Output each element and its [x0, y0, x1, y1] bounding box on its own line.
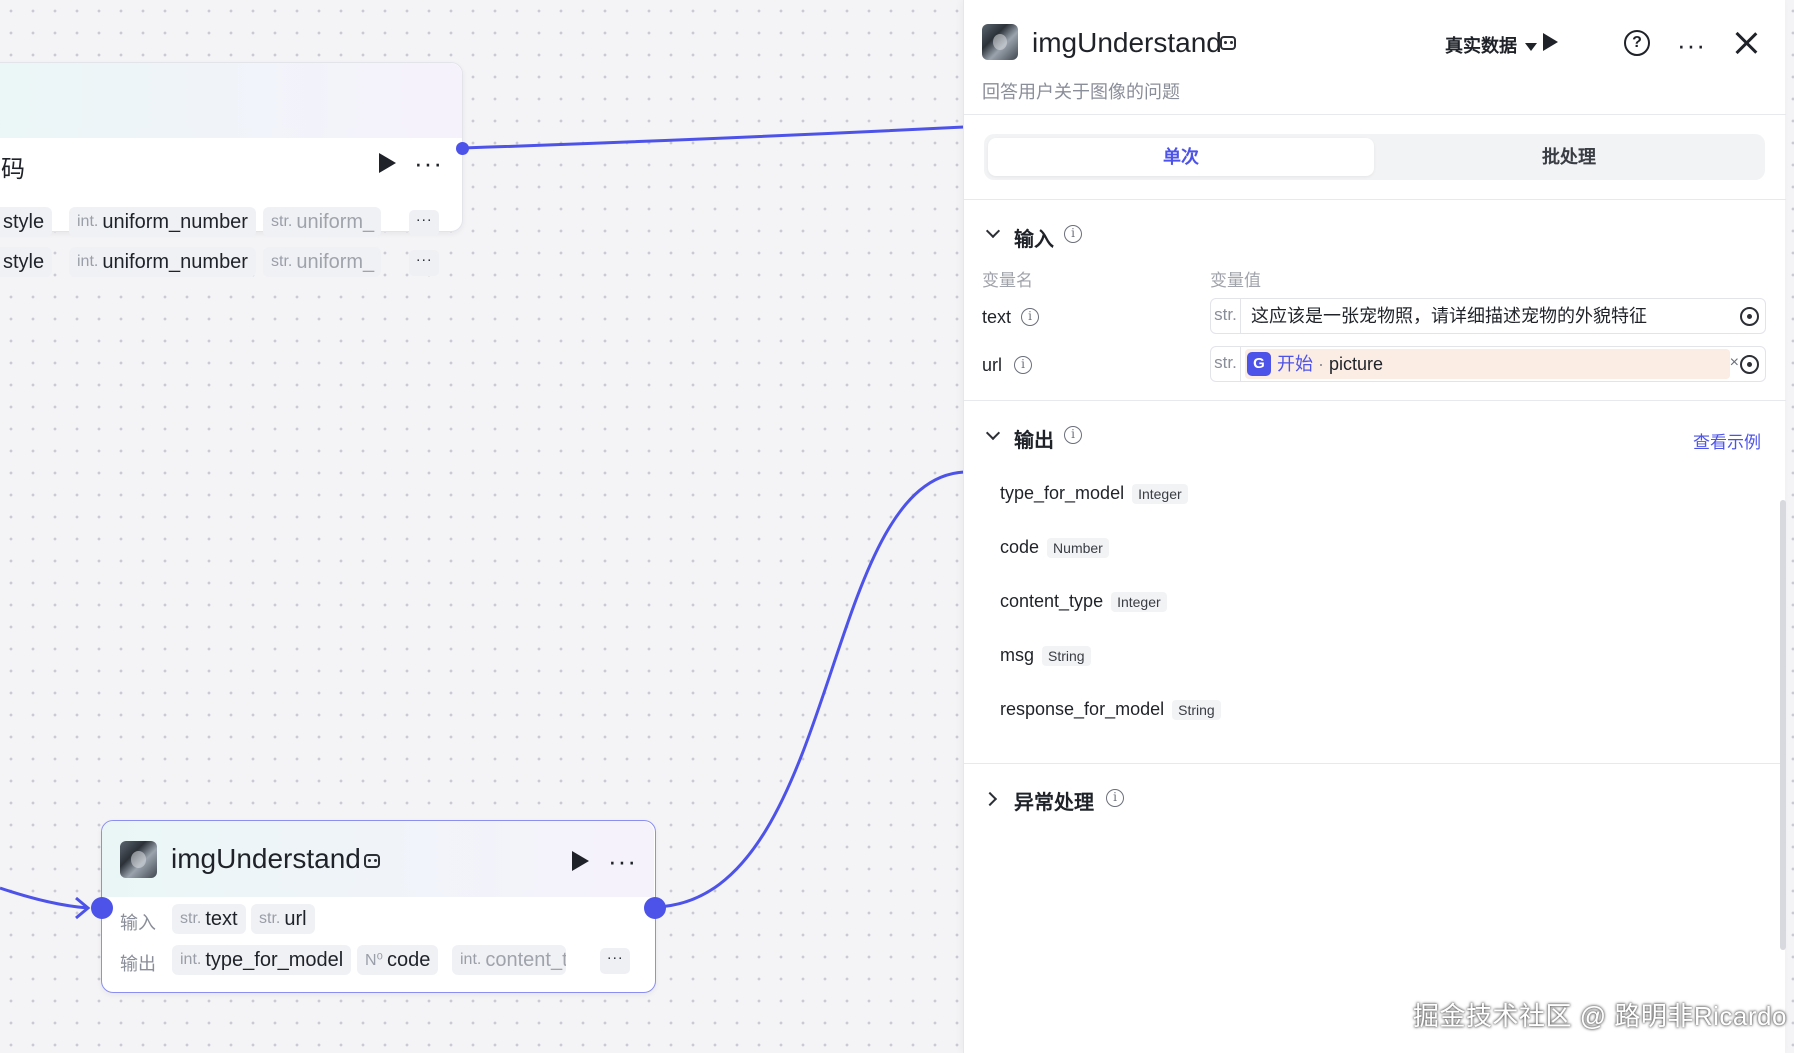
more-params-button[interactable]: ··· [409, 250, 439, 276]
param-pill: style [0, 207, 53, 237]
code-node[interactable]: 码 ··· style int. uniform_number str. uni… [0, 62, 463, 277]
watermark: 掘金技术社区 @ 路明非Ricardo [1413, 1001, 1787, 1031]
reference-text: 开始 · picture [1277, 354, 1384, 374]
edge-into-img-node [0, 886, 89, 910]
output-field-type: String [1172, 699, 1221, 720]
var-name-url: url [982, 355, 1003, 375]
robot-icon [364, 854, 380, 868]
reference-chip[interactable]: G 开始 · picture [1245, 349, 1730, 379]
param-pill: style [0, 247, 53, 277]
panel-title: imgUnderstand [1032, 27, 1222, 58]
more-options-icon[interactable]: ··· [1677, 32, 1706, 58]
robot-icon [1220, 36, 1236, 50]
output-pill: int. content_t [452, 945, 566, 975]
chevron-right-icon[interactable] [982, 791, 998, 807]
dataset-label: 真实数据 [1445, 36, 1517, 56]
clear-icon[interactable]: × [1730, 354, 1739, 372]
column-header-name: 变量名 [982, 271, 1033, 290]
input-port[interactable] [91, 897, 113, 919]
variable-ref-icon[interactable] [1740, 355, 1759, 374]
output-field-type: Integer [1111, 591, 1167, 612]
output-field-name: content_type [1000, 591, 1104, 611]
output-section-title: 输出 [1014, 430, 1054, 452]
output-port[interactable] [644, 897, 666, 919]
input-pill: str. url [251, 904, 315, 934]
run-icon[interactable] [1543, 33, 1558, 51]
img-node-title: imgUnderstand [171, 843, 361, 874]
output-field-row: msg String [1000, 645, 1091, 666]
inputs-label: 输入 [120, 913, 156, 933]
exception-section-title: 异常处理 [1014, 792, 1094, 814]
chevron-down-icon [1525, 43, 1537, 52]
tab-single[interactable]: 单次 [988, 138, 1374, 176]
param-pill: str. uniform_ [263, 247, 381, 277]
output-field-row: response_for_model String [1000, 699, 1221, 720]
scrollbar[interactable] [1780, 500, 1786, 950]
outputs-label: 输出 [120, 954, 156, 974]
node-test-panel: imgUnderstand 真实数据 ? ··· 回答用户关于图像的问题 单次 … [963, 0, 1786, 1053]
close-icon[interactable] [1734, 31, 1758, 55]
start-node-icon: G [1247, 352, 1271, 376]
info-icon[interactable]: i [1064, 225, 1082, 243]
var-name-text: text [982, 307, 1012, 327]
output-pill: int. type_for_model [172, 945, 352, 975]
node-avatar [982, 24, 1018, 60]
more-options-icon[interactable]: ··· [414, 150, 443, 176]
view-example-link[interactable]: 查看示例 [1693, 428, 1761, 453]
help-icon[interactable]: ? [1624, 30, 1650, 56]
output-field-row: content_type Integer [1000, 591, 1167, 612]
param-pill: int. uniform_number [69, 207, 256, 237]
output-port[interactable] [456, 142, 469, 155]
divider [964, 763, 1786, 764]
output-field-name: code [1000, 537, 1040, 557]
dataset-dropdown[interactable]: 真实数据 [1445, 32, 1537, 58]
output-field-row: code Number [1000, 537, 1109, 558]
output-field-type: Number [1047, 537, 1109, 558]
output-field-name: type_for_model [1000, 483, 1125, 503]
info-icon[interactable]: i [1106, 789, 1124, 807]
output-field-type: Integer [1132, 483, 1188, 504]
more-params-button[interactable]: ··· [409, 210, 439, 236]
more-params-button[interactable]: ··· [600, 948, 630, 974]
type-label: str. [1211, 347, 1241, 381]
param-pill: str. uniform_ [263, 207, 381, 237]
chevron-down-icon[interactable] [985, 425, 1001, 441]
url-value-field[interactable]: str. G 开始 · picture × [1210, 346, 1766, 382]
output-field-row: type_for_model Integer [1000, 483, 1188, 504]
node-avatar [120, 841, 157, 878]
output-field-name: msg [1000, 645, 1035, 665]
edge-top-node-to-panel [462, 125, 965, 150]
text-value[interactable]: 这应该是一张宠物照，请详细描述宠物的外貌特征 [1251, 299, 1647, 333]
play-icon[interactable] [379, 153, 396, 173]
divider [964, 400, 1786, 401]
output-field-type: String [1042, 645, 1091, 666]
info-icon[interactable]: i [1014, 356, 1032, 374]
column-header-value: 变量值 [1210, 271, 1261, 290]
output-pill: N⁰ code [357, 945, 439, 975]
img-understand-node[interactable]: imgUnderstand ··· 输入 str. text str. url … [101, 820, 656, 993]
more-options-icon[interactable]: ··· [608, 848, 637, 874]
divider [964, 199, 1786, 200]
code-node-header [0, 63, 462, 138]
input-pill: str. text [172, 904, 246, 934]
type-label: str. [1211, 299, 1241, 333]
text-value-field[interactable]: str. 这应该是一张宠物照，请详细描述宠物的外貌特征 [1210, 298, 1766, 334]
code-node-title: 码 [1, 156, 25, 183]
output-field-name: response_for_model [1000, 699, 1165, 719]
param-pill: int. uniform_number [69, 247, 256, 277]
mode-tabs: 单次 批处理 [984, 134, 1765, 180]
info-icon[interactable]: i [1064, 426, 1082, 444]
tab-batch[interactable]: 批处理 [1376, 138, 1762, 176]
variable-ref-icon[interactable] [1740, 307, 1759, 326]
divider [964, 114, 1786, 115]
chevron-down-icon[interactable] [985, 223, 1001, 239]
play-icon[interactable] [572, 851, 589, 871]
input-section-title: 输入 [1014, 229, 1054, 251]
panel-description: 回答用户关于图像的问题 [982, 82, 1180, 102]
info-icon[interactable]: i [1021, 308, 1039, 326]
edge-img-node-to-panel [655, 470, 965, 909]
